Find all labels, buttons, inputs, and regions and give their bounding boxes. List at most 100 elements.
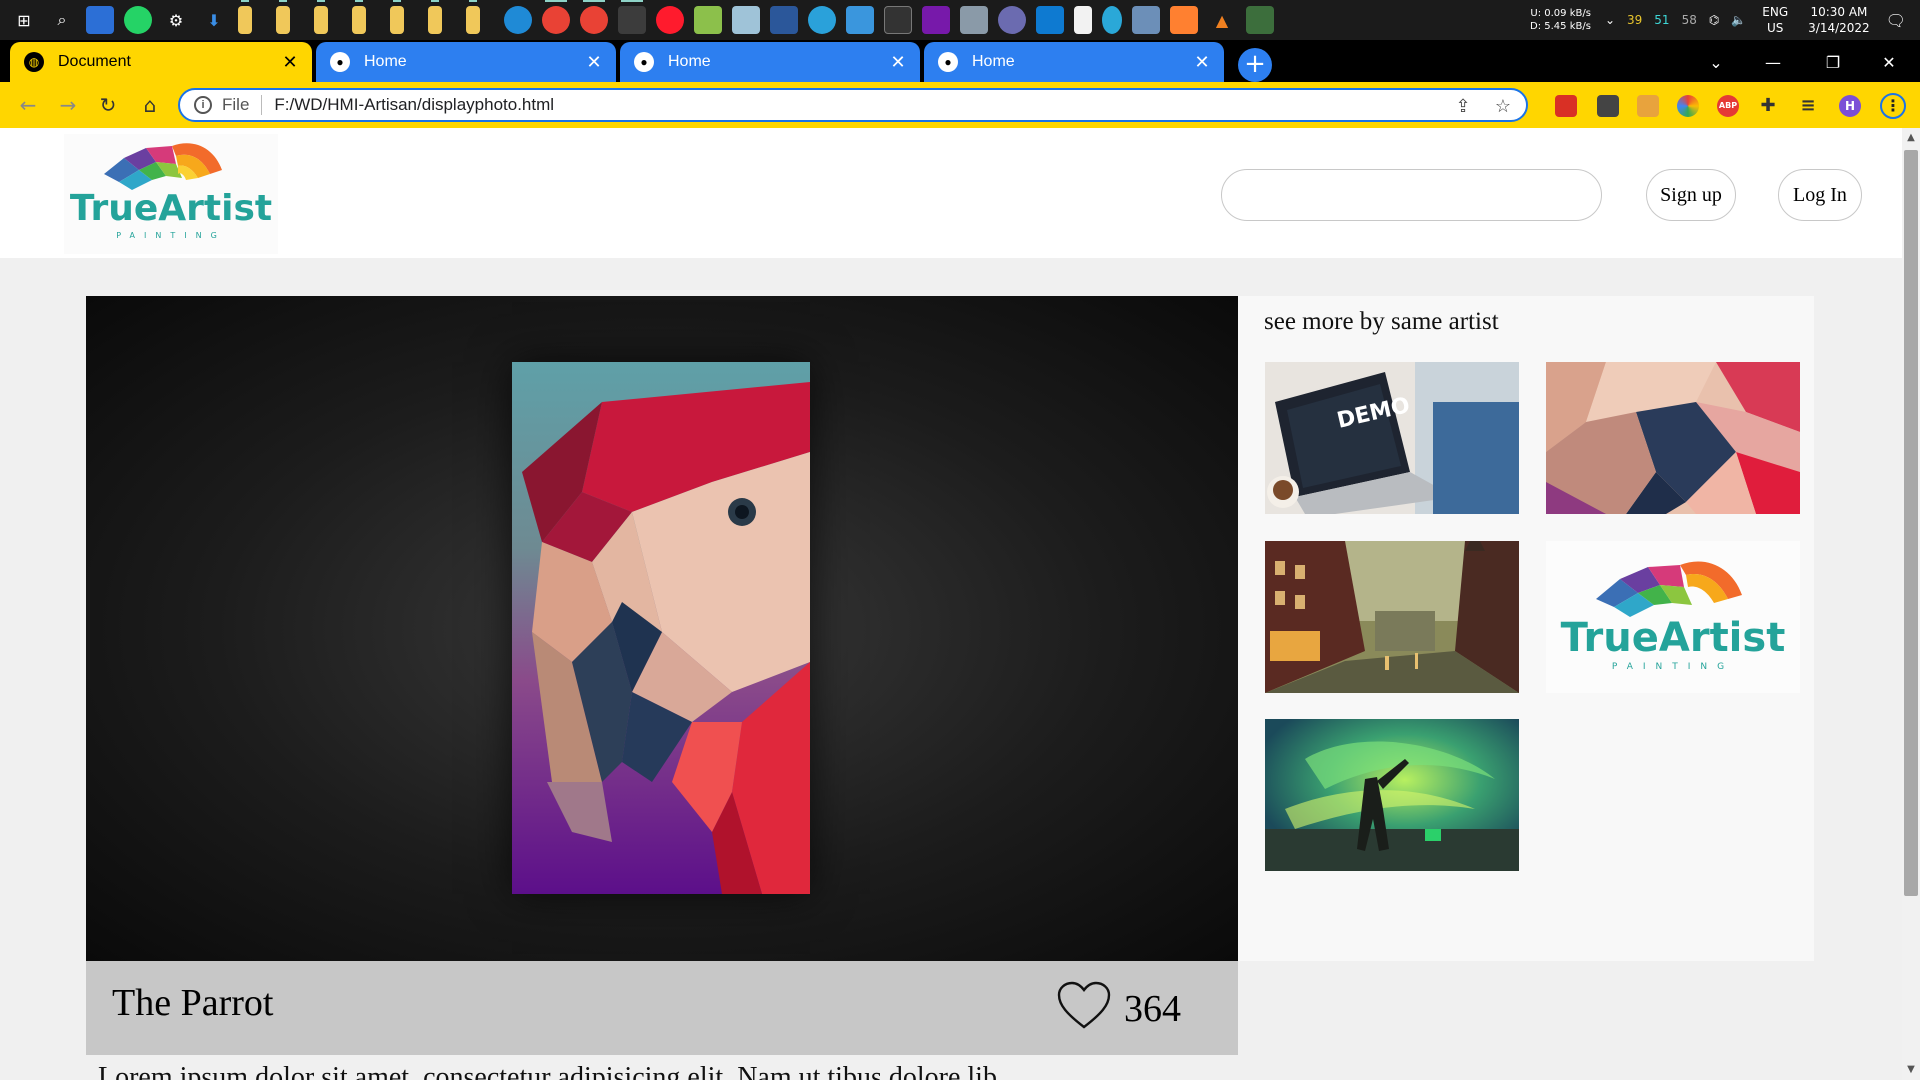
login-button[interactable]: Log In [1778, 169, 1862, 221]
xampp-icon[interactable] [1170, 6, 1198, 34]
edge-browser-icon[interactable] [504, 6, 532, 34]
user-icon: ● [330, 52, 350, 72]
extension-spy-icon[interactable] [1597, 95, 1619, 117]
scroll-up-arrow-icon[interactable]: ▲ [1902, 130, 1920, 146]
network-icon[interactable]: ⌬ [1709, 13, 1719, 27]
download-label: D: [1530, 21, 1542, 32]
vscode-icon[interactable] [1036, 6, 1064, 34]
adblock-icon[interactable]: ABP [1717, 95, 1739, 117]
site-logo[interactable]: TrueArtist PAINTING [64, 134, 278, 254]
thumbnail-green-smoke-figure[interactable] [1265, 719, 1519, 871]
url-scheme-label: File [222, 95, 250, 114]
terminal-icon[interactable] [884, 6, 912, 34]
download-arrow-icon[interactable]: ⬇ [200, 6, 228, 34]
settings-gear-icon[interactable]: ⚙ [162, 6, 190, 34]
search-icon[interactable]: ⌕ [48, 6, 76, 34]
volume-icon[interactable]: 🔈 [1731, 13, 1746, 27]
scroll-down-arrow-icon[interactable]: ▼ [1902, 1062, 1920, 1078]
app-icon[interactable] [1246, 6, 1274, 34]
folder-icon[interactable] [466, 0, 480, 34]
artwork-viewer [86, 296, 1238, 961]
reload-icon[interactable]: ↻ [94, 91, 122, 119]
address-bar[interactable]: i File F:/WD/HMI-Artisan/displayphoto.ht… [178, 88, 1528, 122]
minimize-button[interactable]: — [1750, 48, 1796, 78]
close-icon[interactable]: ✕ [280, 52, 300, 72]
telegram-icon[interactable] [808, 6, 836, 34]
thumbnail-parrot-closeup[interactable] [1546, 362, 1800, 514]
logo-brand-text: TrueArtist [70, 188, 272, 229]
reading-list-icon[interactable]: ≡ [1797, 95, 1819, 117]
extension-bookmark-icon[interactable] [1555, 95, 1577, 117]
share-icon[interactable]: ⇪ [1450, 95, 1476, 117]
close-icon[interactable]: ✕ [584, 52, 604, 72]
folder-icon[interactable] [238, 0, 252, 34]
artwork-info-bar: The Parrot 364 [86, 961, 1238, 1055]
home-icon[interactable]: ⌂ [136, 91, 164, 119]
forward-arrow-icon[interactable]: → [54, 91, 82, 119]
tab-title: Home [364, 53, 407, 70]
menu-kebab-icon[interactable]: ⋮ [1880, 93, 1906, 119]
close-icon[interactable]: ✕ [1192, 52, 1212, 72]
app-icon[interactable] [960, 6, 988, 34]
extension-icon[interactable] [1637, 95, 1659, 117]
profile-avatar[interactable]: H [1839, 95, 1861, 117]
close-icon[interactable]: ✕ [888, 52, 908, 72]
file-icon[interactable] [1074, 6, 1092, 34]
back-arrow-icon[interactable]: ← [14, 91, 42, 119]
bookmark-star-icon[interactable]: ☆ [1490, 95, 1516, 117]
folder-icon[interactable] [390, 0, 404, 34]
search-input[interactable] [1221, 169, 1602, 221]
onenote-icon[interactable] [922, 6, 950, 34]
thumbnail-logo-text: TrueArtist [1561, 615, 1786, 661]
sheets-icon[interactable] [694, 6, 722, 34]
puzzle-extensions-icon[interactable]: ✚ [1757, 95, 1779, 117]
upload-speed: 0.09 kB/s [1544, 8, 1591, 19]
clock[interactable]: 10:30 AM 3/14/2022 [1808, 4, 1870, 36]
demo-laptop-image: DEMO [1265, 362, 1519, 514]
folder-icon[interactable] [276, 0, 290, 34]
app-icon[interactable] [732, 6, 760, 34]
info-icon[interactable]: i [194, 96, 212, 114]
vlc-icon[interactable]: ▲ [1208, 6, 1236, 34]
chevron-down-icon[interactable]: ⌄ [1605, 13, 1615, 27]
page-scrollbar[interactable]: ▲ ▼ [1902, 128, 1920, 1080]
tab-document[interactable]: ◍ Document ✕ [10, 42, 312, 82]
thumbnail-demo-laptop[interactable]: DEMO [1265, 362, 1519, 514]
chrome-profile-icon[interactable] [580, 0, 608, 34]
user-icon: ● [634, 52, 654, 72]
language-code: ENG [1762, 5, 1789, 19]
tab-home[interactable]: ● Home ✕ [316, 42, 616, 82]
windows-start-icon[interactable]: ⊞ [10, 6, 38, 34]
color-picker-icon[interactable] [1677, 95, 1699, 117]
folder-icon[interactable] [428, 0, 442, 34]
url-text[interactable]: F:/WD/HMI-Artisan/displayphoto.html [274, 95, 554, 115]
tab-home[interactable]: ● Home ✕ [924, 42, 1224, 82]
opera-icon[interactable] [656, 6, 684, 34]
heart-like-icon[interactable] [1057, 981, 1111, 1031]
scrollbar-thumb[interactable] [1904, 150, 1918, 896]
app-launcher-icon[interactable] [86, 6, 114, 34]
artwork-image[interactable] [512, 362, 810, 894]
language-indicator[interactable]: ENG US [1762, 4, 1788, 36]
signup-button[interactable]: Sign up [1646, 169, 1736, 221]
app-icon[interactable] [998, 6, 1026, 34]
folder-icon[interactable] [314, 0, 328, 34]
restore-button[interactable]: ❐ [1810, 48, 1856, 78]
chrome-profile-icon[interactable] [542, 0, 570, 34]
tab-title: Home [972, 53, 1015, 70]
app-icon[interactable] [1132, 6, 1160, 34]
word-icon[interactable] [770, 6, 798, 34]
app-icon[interactable] [846, 6, 874, 34]
window-close-button[interactable]: ✕ [1866, 48, 1912, 78]
tab-search-chevron-icon[interactable]: ⌄ [1693, 48, 1739, 78]
tab-home[interactable]: ● Home ✕ [620, 42, 920, 82]
clock-date: 3/14/2022 [1808, 21, 1870, 35]
chrome-active-icon[interactable] [618, 0, 646, 34]
thumbnail-city-street[interactable] [1265, 541, 1519, 693]
notification-icon[interactable]: 🗨 [1886, 11, 1906, 30]
thumbnail-truartist-logo[interactable]: TrueArtist PAINTING [1546, 541, 1800, 693]
new-tab-button[interactable]: + [1238, 48, 1272, 82]
whatsapp-icon[interactable] [124, 6, 152, 34]
map-pin-icon[interactable] [1102, 6, 1122, 34]
folder-icon[interactable] [352, 0, 366, 34]
